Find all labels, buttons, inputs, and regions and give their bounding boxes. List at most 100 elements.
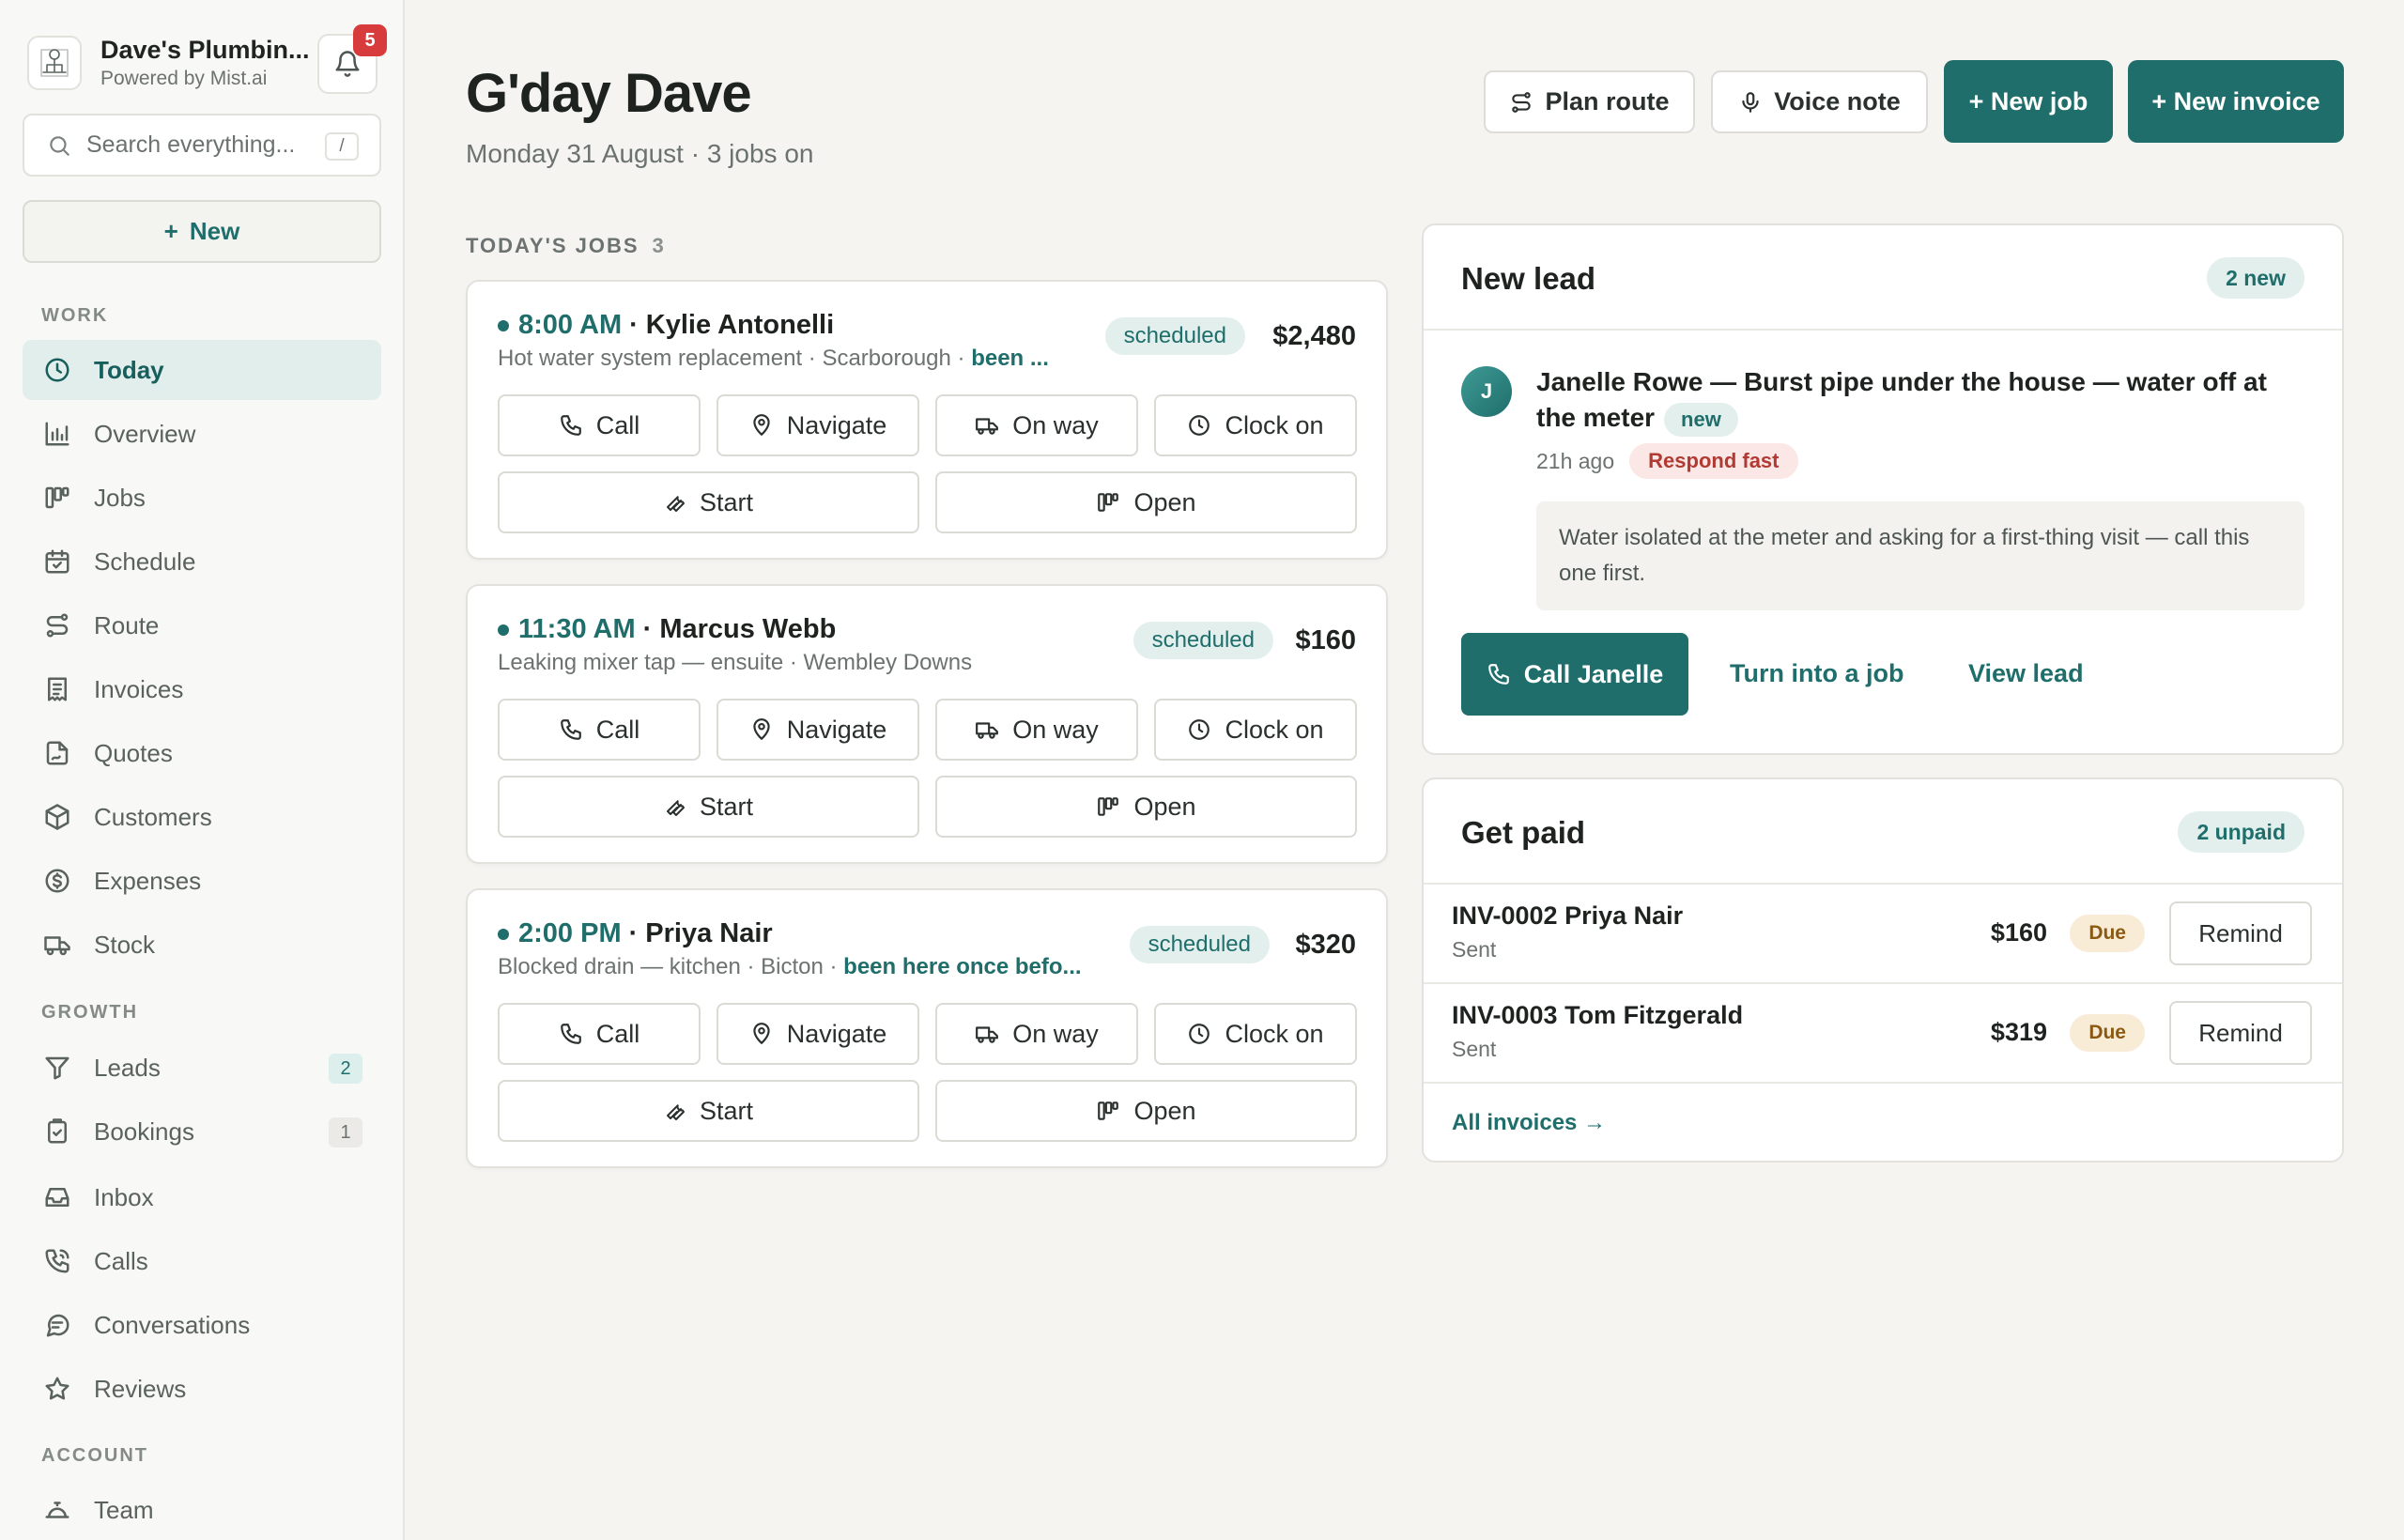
sidebar-item-overview[interactable]: Overview bbox=[23, 404, 381, 464]
open-button[interactable]: Open bbox=[935, 1080, 1357, 1142]
search-input[interactable]: Search everything... / bbox=[23, 114, 381, 177]
chat-icon bbox=[41, 1309, 73, 1341]
sidebar-item-calls[interactable]: Calls bbox=[23, 1231, 381, 1291]
clock-icon bbox=[1189, 415, 1210, 436]
calendar-icon bbox=[41, 546, 73, 578]
truck-icon bbox=[976, 722, 999, 739]
turn-into-job-link[interactable]: Turn into a job bbox=[1730, 659, 1903, 688]
sidebar-item-expenses[interactable]: Expenses bbox=[23, 851, 381, 911]
map-pin-icon bbox=[753, 414, 770, 436]
on-way-label: On way bbox=[1012, 1019, 1099, 1048]
kanban-icon bbox=[1098, 493, 1119, 512]
remind-button[interactable]: Remind bbox=[2169, 1001, 2312, 1065]
lead-headline[interactable]: Janelle Rowe — Burst pipe under the hous… bbox=[1536, 364, 2306, 437]
plan-route-label: Plan route bbox=[1545, 87, 1670, 116]
sidebar-item-jobs[interactable]: Jobs bbox=[23, 468, 381, 528]
call-lead-label: Call Janelle bbox=[1523, 659, 1664, 688]
start-button[interactable]: Start bbox=[498, 776, 919, 838]
plus-icon: + bbox=[163, 217, 178, 245]
start-label: Start bbox=[699, 1096, 754, 1125]
all-invoices-link[interactable]: All invoices → bbox=[1452, 1110, 1606, 1136]
start-button[interactable]: Start bbox=[498, 471, 919, 533]
sidebar-item-conversations[interactable]: Conversations bbox=[23, 1295, 381, 1355]
call-lead-button[interactable]: Call Janelle bbox=[1461, 633, 1688, 716]
search-shortcut-key: / bbox=[325, 132, 359, 161]
sidebar-item-quotes[interactable]: Quotes bbox=[23, 723, 381, 783]
new-lead-panel: New lead 2 new J Janelle Rowe — Burst pi… bbox=[1422, 223, 2344, 755]
navigate-label: Navigate bbox=[786, 1019, 887, 1048]
clock-icon bbox=[41, 354, 73, 386]
wrench-icon bbox=[666, 800, 685, 816]
sidebar-item-label: Leads bbox=[94, 1053, 161, 1082]
truck-icon bbox=[976, 418, 999, 435]
invoice-row[interactable]: INV-0003 Tom Fitzgerald Sent $319 Due Re… bbox=[1424, 984, 2342, 1082]
job-history-hint[interactable]: been ... bbox=[971, 346, 1049, 371]
sidebar-item-schedule[interactable]: Schedule bbox=[23, 531, 381, 592]
jobs-heading-label: TODAY'S JOBS bbox=[466, 234, 640, 257]
on-way-button[interactable]: On way bbox=[935, 699, 1138, 761]
start-label: Start bbox=[699, 792, 754, 821]
navigate-button[interactable]: Navigate bbox=[717, 1003, 919, 1065]
sidebar-item-reviews[interactable]: Reviews bbox=[23, 1359, 381, 1419]
job-amount: $2,480 bbox=[1272, 321, 1356, 351]
on-way-button[interactable]: On way bbox=[935, 394, 1138, 456]
lead-meta: 21h ago Respond fast bbox=[1536, 443, 1798, 479]
start-button[interactable]: Start bbox=[498, 1080, 919, 1142]
on-way-label: On way bbox=[1012, 715, 1099, 744]
new-job-button[interactable]: + New job bbox=[1944, 60, 2113, 143]
sidebar-item-route[interactable]: Route bbox=[23, 595, 381, 655]
call-button[interactable]: Call bbox=[498, 699, 701, 761]
invoice-title: INV-0003 Tom Fitzgerald bbox=[1452, 1001, 1744, 1029]
sidebar-item-today[interactable]: Today bbox=[23, 340, 381, 400]
open-button[interactable]: Open bbox=[935, 776, 1357, 838]
sidebar-item-stock[interactable]: Stock bbox=[23, 915, 381, 975]
sidebar-item-customers[interactable]: Customers bbox=[23, 787, 381, 847]
start-label: Start bbox=[699, 487, 754, 516]
call-button[interactable]: Call bbox=[498, 1003, 701, 1065]
call-label: Call bbox=[595, 410, 640, 439]
clock-on-button[interactable]: Clock on bbox=[1154, 699, 1357, 761]
sidebar-item-label: Calls bbox=[94, 1246, 148, 1275]
job-card[interactable]: 11:30 AM · Marcus Webb Leaking mixer tap… bbox=[466, 584, 1388, 864]
call-button[interactable]: Call bbox=[498, 394, 701, 456]
job-description: Leaking mixer tap — ensuite · Wembley Do… bbox=[498, 650, 972, 676]
status-badge: scheduled bbox=[1104, 317, 1245, 355]
microphone-icon bbox=[1742, 91, 1759, 113]
job-desc-text: Leaking mixer tap — ensuite · Wembley Do… bbox=[498, 650, 973, 675]
map-pin-icon bbox=[753, 718, 770, 740]
invoice-amount: $319 bbox=[1990, 1018, 2047, 1046]
route-icon bbox=[41, 609, 73, 641]
job-header: 8:00 AM · Kylie Antonelli bbox=[498, 310, 834, 341]
page-title: G'day Dave bbox=[466, 63, 752, 124]
voice-note-label: Voice note bbox=[1774, 87, 1901, 116]
clock-on-button[interactable]: Clock on bbox=[1154, 394, 1357, 456]
sidebar-item-inbox[interactable]: Inbox bbox=[23, 1167, 381, 1227]
sidebar-item-bookings[interactable]: Bookings 1 bbox=[23, 1101, 381, 1162]
navigate-button[interactable]: Navigate bbox=[717, 699, 919, 761]
sidebar-item-label: Reviews bbox=[94, 1374, 187, 1403]
job-card[interactable]: 2:00 PM · Priya Nair Blocked drain — kit… bbox=[466, 888, 1388, 1168]
navigate-button[interactable]: Navigate bbox=[717, 394, 919, 456]
sidebar-item-leads[interactable]: Leads 2 bbox=[23, 1038, 381, 1098]
sidebar-item-invoices[interactable]: Invoices bbox=[23, 659, 381, 719]
job-history-hint[interactable]: been here once befo... bbox=[843, 954, 1081, 979]
voice-note-button[interactable]: Voice note bbox=[1711, 70, 1928, 133]
remind-button[interactable]: Remind bbox=[2169, 901, 2312, 965]
on-way-button[interactable]: On way bbox=[935, 1003, 1138, 1065]
route-icon bbox=[1512, 91, 1532, 113]
box-icon bbox=[41, 801, 73, 833]
job-card[interactable]: 8:00 AM · Kylie Antonelli Hot water syst… bbox=[466, 280, 1388, 560]
sidebar-item-label: Customers bbox=[94, 802, 212, 831]
view-lead-link[interactable]: View lead bbox=[1968, 659, 2084, 688]
clock-on-button[interactable]: Clock on bbox=[1154, 1003, 1357, 1065]
new-invoice-button[interactable]: + New invoice bbox=[2128, 60, 2344, 143]
job-header: 2:00 PM · Priya Nair bbox=[498, 918, 773, 949]
new-button[interactable]: + New bbox=[23, 200, 381, 263]
invoice-row[interactable]: INV-0002 Priya Nair Sent $160 Due Remind bbox=[1424, 885, 2342, 982]
open-button[interactable]: Open bbox=[935, 471, 1357, 533]
plan-route-button[interactable]: Plan route bbox=[1484, 70, 1695, 133]
job-separator: · bbox=[629, 310, 639, 340]
panel-title: New lead bbox=[1461, 261, 1596, 296]
sidebar-item-team[interactable]: Team bbox=[23, 1480, 381, 1540]
job-customer-name: Marcus Webb bbox=[659, 614, 837, 644]
